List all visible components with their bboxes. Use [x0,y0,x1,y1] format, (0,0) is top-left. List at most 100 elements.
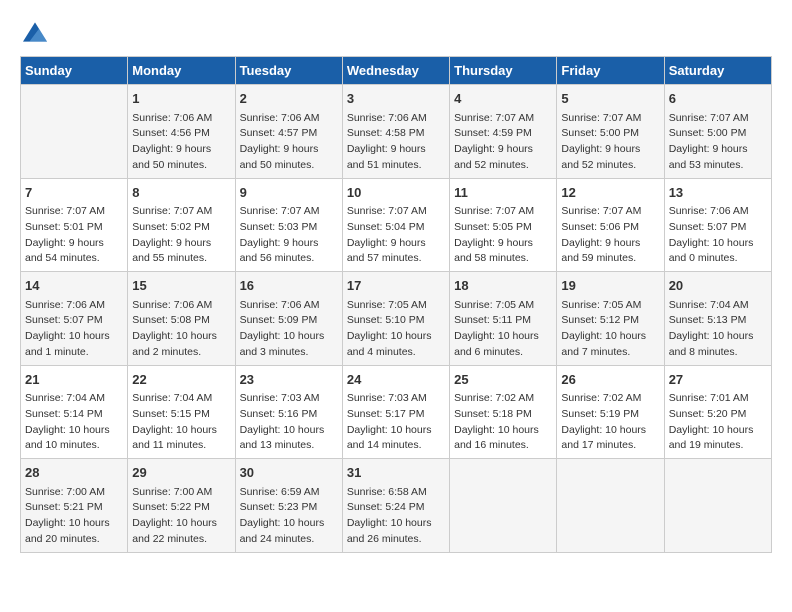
header-friday: Friday [557,57,664,85]
day-info: Sunrise: 7:07 AMSunset: 5:02 PMDaylight:… [132,204,230,267]
day-cell: 18Sunrise: 7:05 AMSunset: 5:11 PMDayligh… [450,272,557,366]
day-cell [557,459,664,553]
day-number: 8 [132,183,230,203]
day-info: Sunrise: 6:58 AMSunset: 5:24 PMDaylight:… [347,485,445,548]
day-cell: 21Sunrise: 7:04 AMSunset: 5:14 PMDayligh… [21,365,128,459]
day-cell: 31Sunrise: 6:58 AMSunset: 5:24 PMDayligh… [342,459,449,553]
day-info: Sunrise: 7:07 AMSunset: 5:05 PMDaylight:… [454,204,552,267]
day-number: 21 [25,370,123,390]
day-number: 9 [240,183,338,203]
day-info: Sunrise: 7:06 AMSunset: 4:57 PMDaylight:… [240,111,338,174]
day-info: Sunrise: 7:06 AMSunset: 5:07 PMDaylight:… [669,204,767,267]
calendar-table: SundayMondayTuesdayWednesdayThursdayFrid… [20,56,772,553]
day-cell: 8Sunrise: 7:07 AMSunset: 5:02 PMDaylight… [128,178,235,272]
day-cell: 27Sunrise: 7:01 AMSunset: 5:20 PMDayligh… [664,365,771,459]
week-row-3: 14Sunrise: 7:06 AMSunset: 5:07 PMDayligh… [21,272,772,366]
day-info: Sunrise: 7:04 AMSunset: 5:15 PMDaylight:… [132,391,230,454]
day-number: 1 [132,89,230,109]
header-monday: Monday [128,57,235,85]
day-number: 3 [347,89,445,109]
logo-text [20,20,47,44]
day-info: Sunrise: 7:05 AMSunset: 5:11 PMDaylight:… [454,298,552,361]
day-number: 12 [561,183,659,203]
header-wednesday: Wednesday [342,57,449,85]
day-number: 13 [669,183,767,203]
day-info: Sunrise: 7:07 AMSunset: 4:59 PMDaylight:… [454,111,552,174]
day-cell: 2Sunrise: 7:06 AMSunset: 4:57 PMDaylight… [235,85,342,179]
day-info: Sunrise: 7:07 AMSunset: 5:01 PMDaylight:… [25,204,123,267]
day-cell: 28Sunrise: 7:00 AMSunset: 5:21 PMDayligh… [21,459,128,553]
day-number: 18 [454,276,552,296]
day-cell: 9Sunrise: 7:07 AMSunset: 5:03 PMDaylight… [235,178,342,272]
header-row: SundayMondayTuesdayWednesdayThursdayFrid… [21,57,772,85]
day-number: 19 [561,276,659,296]
day-number: 26 [561,370,659,390]
day-info: Sunrise: 7:04 AMSunset: 5:14 PMDaylight:… [25,391,123,454]
day-info: Sunrise: 7:07 AMSunset: 5:06 PMDaylight:… [561,204,659,267]
day-cell: 15Sunrise: 7:06 AMSunset: 5:08 PMDayligh… [128,272,235,366]
day-cell: 12Sunrise: 7:07 AMSunset: 5:06 PMDayligh… [557,178,664,272]
day-cell: 11Sunrise: 7:07 AMSunset: 5:05 PMDayligh… [450,178,557,272]
header-tuesday: Tuesday [235,57,342,85]
day-number: 23 [240,370,338,390]
day-cell: 29Sunrise: 7:00 AMSunset: 5:22 PMDayligh… [128,459,235,553]
day-cell: 16Sunrise: 7:06 AMSunset: 5:09 PMDayligh… [235,272,342,366]
day-cell: 3Sunrise: 7:06 AMSunset: 4:58 PMDaylight… [342,85,449,179]
day-cell [664,459,771,553]
day-number: 15 [132,276,230,296]
day-cell: 30Sunrise: 6:59 AMSunset: 5:23 PMDayligh… [235,459,342,553]
day-number: 11 [454,183,552,203]
logo [20,20,47,44]
day-info: Sunrise: 7:07 AMSunset: 5:03 PMDaylight:… [240,204,338,267]
day-number: 29 [132,463,230,483]
day-number: 14 [25,276,123,296]
week-row-1: 1Sunrise: 7:06 AMSunset: 4:56 PMDaylight… [21,85,772,179]
day-info: Sunrise: 6:59 AMSunset: 5:23 PMDaylight:… [240,485,338,548]
day-cell: 26Sunrise: 7:02 AMSunset: 5:19 PMDayligh… [557,365,664,459]
day-info: Sunrise: 7:05 AMSunset: 5:12 PMDaylight:… [561,298,659,361]
day-info: Sunrise: 7:05 AMSunset: 5:10 PMDaylight:… [347,298,445,361]
day-info: Sunrise: 7:06 AMSunset: 4:56 PMDaylight:… [132,111,230,174]
day-number: 2 [240,89,338,109]
day-cell: 1Sunrise: 7:06 AMSunset: 4:56 PMDaylight… [128,85,235,179]
day-info: Sunrise: 7:01 AMSunset: 5:20 PMDaylight:… [669,391,767,454]
day-number: 28 [25,463,123,483]
week-row-5: 28Sunrise: 7:00 AMSunset: 5:21 PMDayligh… [21,459,772,553]
day-cell: 24Sunrise: 7:03 AMSunset: 5:17 PMDayligh… [342,365,449,459]
day-info: Sunrise: 7:07 AMSunset: 5:00 PMDaylight:… [669,111,767,174]
week-row-2: 7Sunrise: 7:07 AMSunset: 5:01 PMDaylight… [21,178,772,272]
day-number: 6 [669,89,767,109]
day-cell: 13Sunrise: 7:06 AMSunset: 5:07 PMDayligh… [664,178,771,272]
header-saturday: Saturday [664,57,771,85]
day-cell [450,459,557,553]
day-info: Sunrise: 7:04 AMSunset: 5:13 PMDaylight:… [669,298,767,361]
day-info: Sunrise: 7:03 AMSunset: 5:17 PMDaylight:… [347,391,445,454]
day-info: Sunrise: 7:00 AMSunset: 5:22 PMDaylight:… [132,485,230,548]
day-cell [21,85,128,179]
day-number: 17 [347,276,445,296]
day-cell: 22Sunrise: 7:04 AMSunset: 5:15 PMDayligh… [128,365,235,459]
page-header [20,20,772,44]
day-number: 5 [561,89,659,109]
day-info: Sunrise: 7:06 AMSunset: 5:08 PMDaylight:… [132,298,230,361]
day-cell: 5Sunrise: 7:07 AMSunset: 5:00 PMDaylight… [557,85,664,179]
day-info: Sunrise: 7:02 AMSunset: 5:18 PMDaylight:… [454,391,552,454]
day-number: 31 [347,463,445,483]
day-cell: 20Sunrise: 7:04 AMSunset: 5:13 PMDayligh… [664,272,771,366]
day-info: Sunrise: 7:06 AMSunset: 4:58 PMDaylight:… [347,111,445,174]
day-cell: 6Sunrise: 7:07 AMSunset: 5:00 PMDaylight… [664,85,771,179]
day-cell: 19Sunrise: 7:05 AMSunset: 5:12 PMDayligh… [557,272,664,366]
day-number: 27 [669,370,767,390]
day-cell: 4Sunrise: 7:07 AMSunset: 4:59 PMDaylight… [450,85,557,179]
day-info: Sunrise: 7:02 AMSunset: 5:19 PMDaylight:… [561,391,659,454]
day-number: 24 [347,370,445,390]
day-number: 30 [240,463,338,483]
day-cell: 14Sunrise: 7:06 AMSunset: 5:07 PMDayligh… [21,272,128,366]
day-cell: 17Sunrise: 7:05 AMSunset: 5:10 PMDayligh… [342,272,449,366]
day-info: Sunrise: 7:06 AMSunset: 5:09 PMDaylight:… [240,298,338,361]
day-number: 25 [454,370,552,390]
day-cell: 25Sunrise: 7:02 AMSunset: 5:18 PMDayligh… [450,365,557,459]
day-info: Sunrise: 7:06 AMSunset: 5:07 PMDaylight:… [25,298,123,361]
day-number: 22 [132,370,230,390]
day-info: Sunrise: 7:07 AMSunset: 5:04 PMDaylight:… [347,204,445,267]
